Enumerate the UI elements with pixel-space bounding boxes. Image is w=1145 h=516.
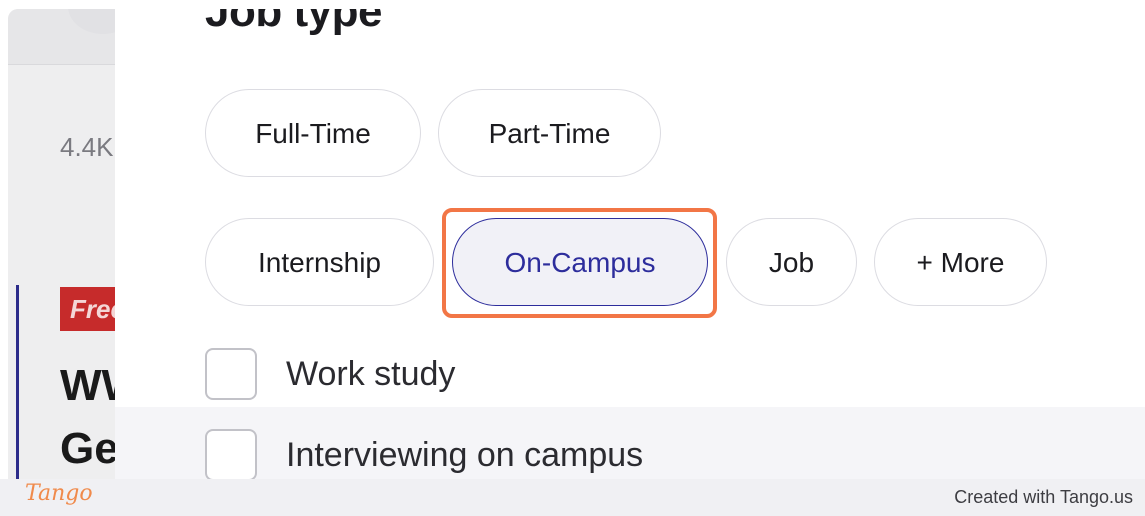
checkbox-interviewing-on-campus[interactable] (205, 429, 257, 479)
checkbox-row-interviewing-on-campus[interactable]: Interviewing on campus (205, 427, 643, 479)
chip-job[interactable]: Job (726, 218, 857, 306)
background-headline-line2: Ge (60, 424, 119, 473)
chip-full-time[interactable]: Full-Time (205, 89, 421, 177)
chip-internship[interactable]: Internship (205, 218, 434, 306)
background-accent-line (16, 285, 19, 479)
checkbox-label-interviewing-on-campus: Interviewing on campus (286, 435, 644, 474)
section-title: Job type (205, 9, 382, 36)
checkbox-work-study[interactable] (205, 348, 257, 400)
checkbox-row-work-study[interactable]: Work study (205, 346, 455, 402)
background-count: 4.4K (60, 132, 114, 162)
checkbox-label-work-study: Work study (286, 354, 456, 393)
chip-on-campus[interactable]: On-Campus (452, 218, 708, 306)
footer-credit: Created with Tango.us (954, 487, 1133, 507)
chip-part-time[interactable]: Part-Time (438, 89, 661, 177)
job-type-filter-panel: Job type Full-Time Part-Time Internship … (115, 9, 1145, 479)
chip-more[interactable]: + More (874, 218, 1047, 306)
footer-bar: Tango Created with Tango.us (0, 479, 1145, 516)
tango-logo: Tango (25, 481, 93, 506)
